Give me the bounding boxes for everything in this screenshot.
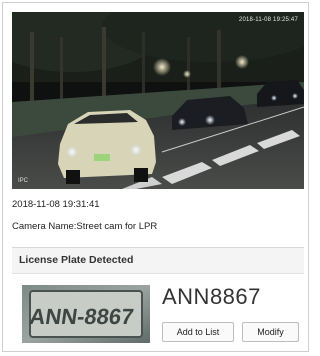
plate-image-characters: ANN-8867 [28, 304, 135, 329]
lpr-event-panel: 2018-11-08 19:25:47 IPC 2018-11-08 19:31… [2, 2, 309, 352]
license-plate-section-title: License Plate Detected [12, 248, 304, 274]
detected-plate-number: ANN8867 [162, 284, 261, 309]
camera-name-label: Camera Name: [12, 221, 77, 232]
plate-crop-image: ANN-8867 [22, 285, 150, 343]
camera-snapshot: 2018-11-08 19:25:47 IPC [12, 12, 304, 189]
camera-overlay-label: IPC [18, 178, 29, 184]
camera-name-value: Street cam for LPR [76, 221, 158, 232]
add-to-list-button[interactable]: Add to List [162, 322, 234, 342]
plate-region-highlight [94, 154, 110, 161]
camera-name-line: Camera Name:Street cam for LPR [12, 221, 157, 232]
plate-crop-graphic: ANN-8867 [22, 285, 150, 343]
event-timestamp: 2018-11-08 19:31:41 [12, 199, 100, 210]
camera-overlay-timestamp: 2018-11-08 19:25:47 [238, 17, 298, 23]
license-plate-section: License Plate Detected ANN-8867 ANN8867 … [12, 247, 304, 352]
street-scene-image [12, 12, 304, 189]
modify-button[interactable]: Modify [242, 322, 299, 342]
